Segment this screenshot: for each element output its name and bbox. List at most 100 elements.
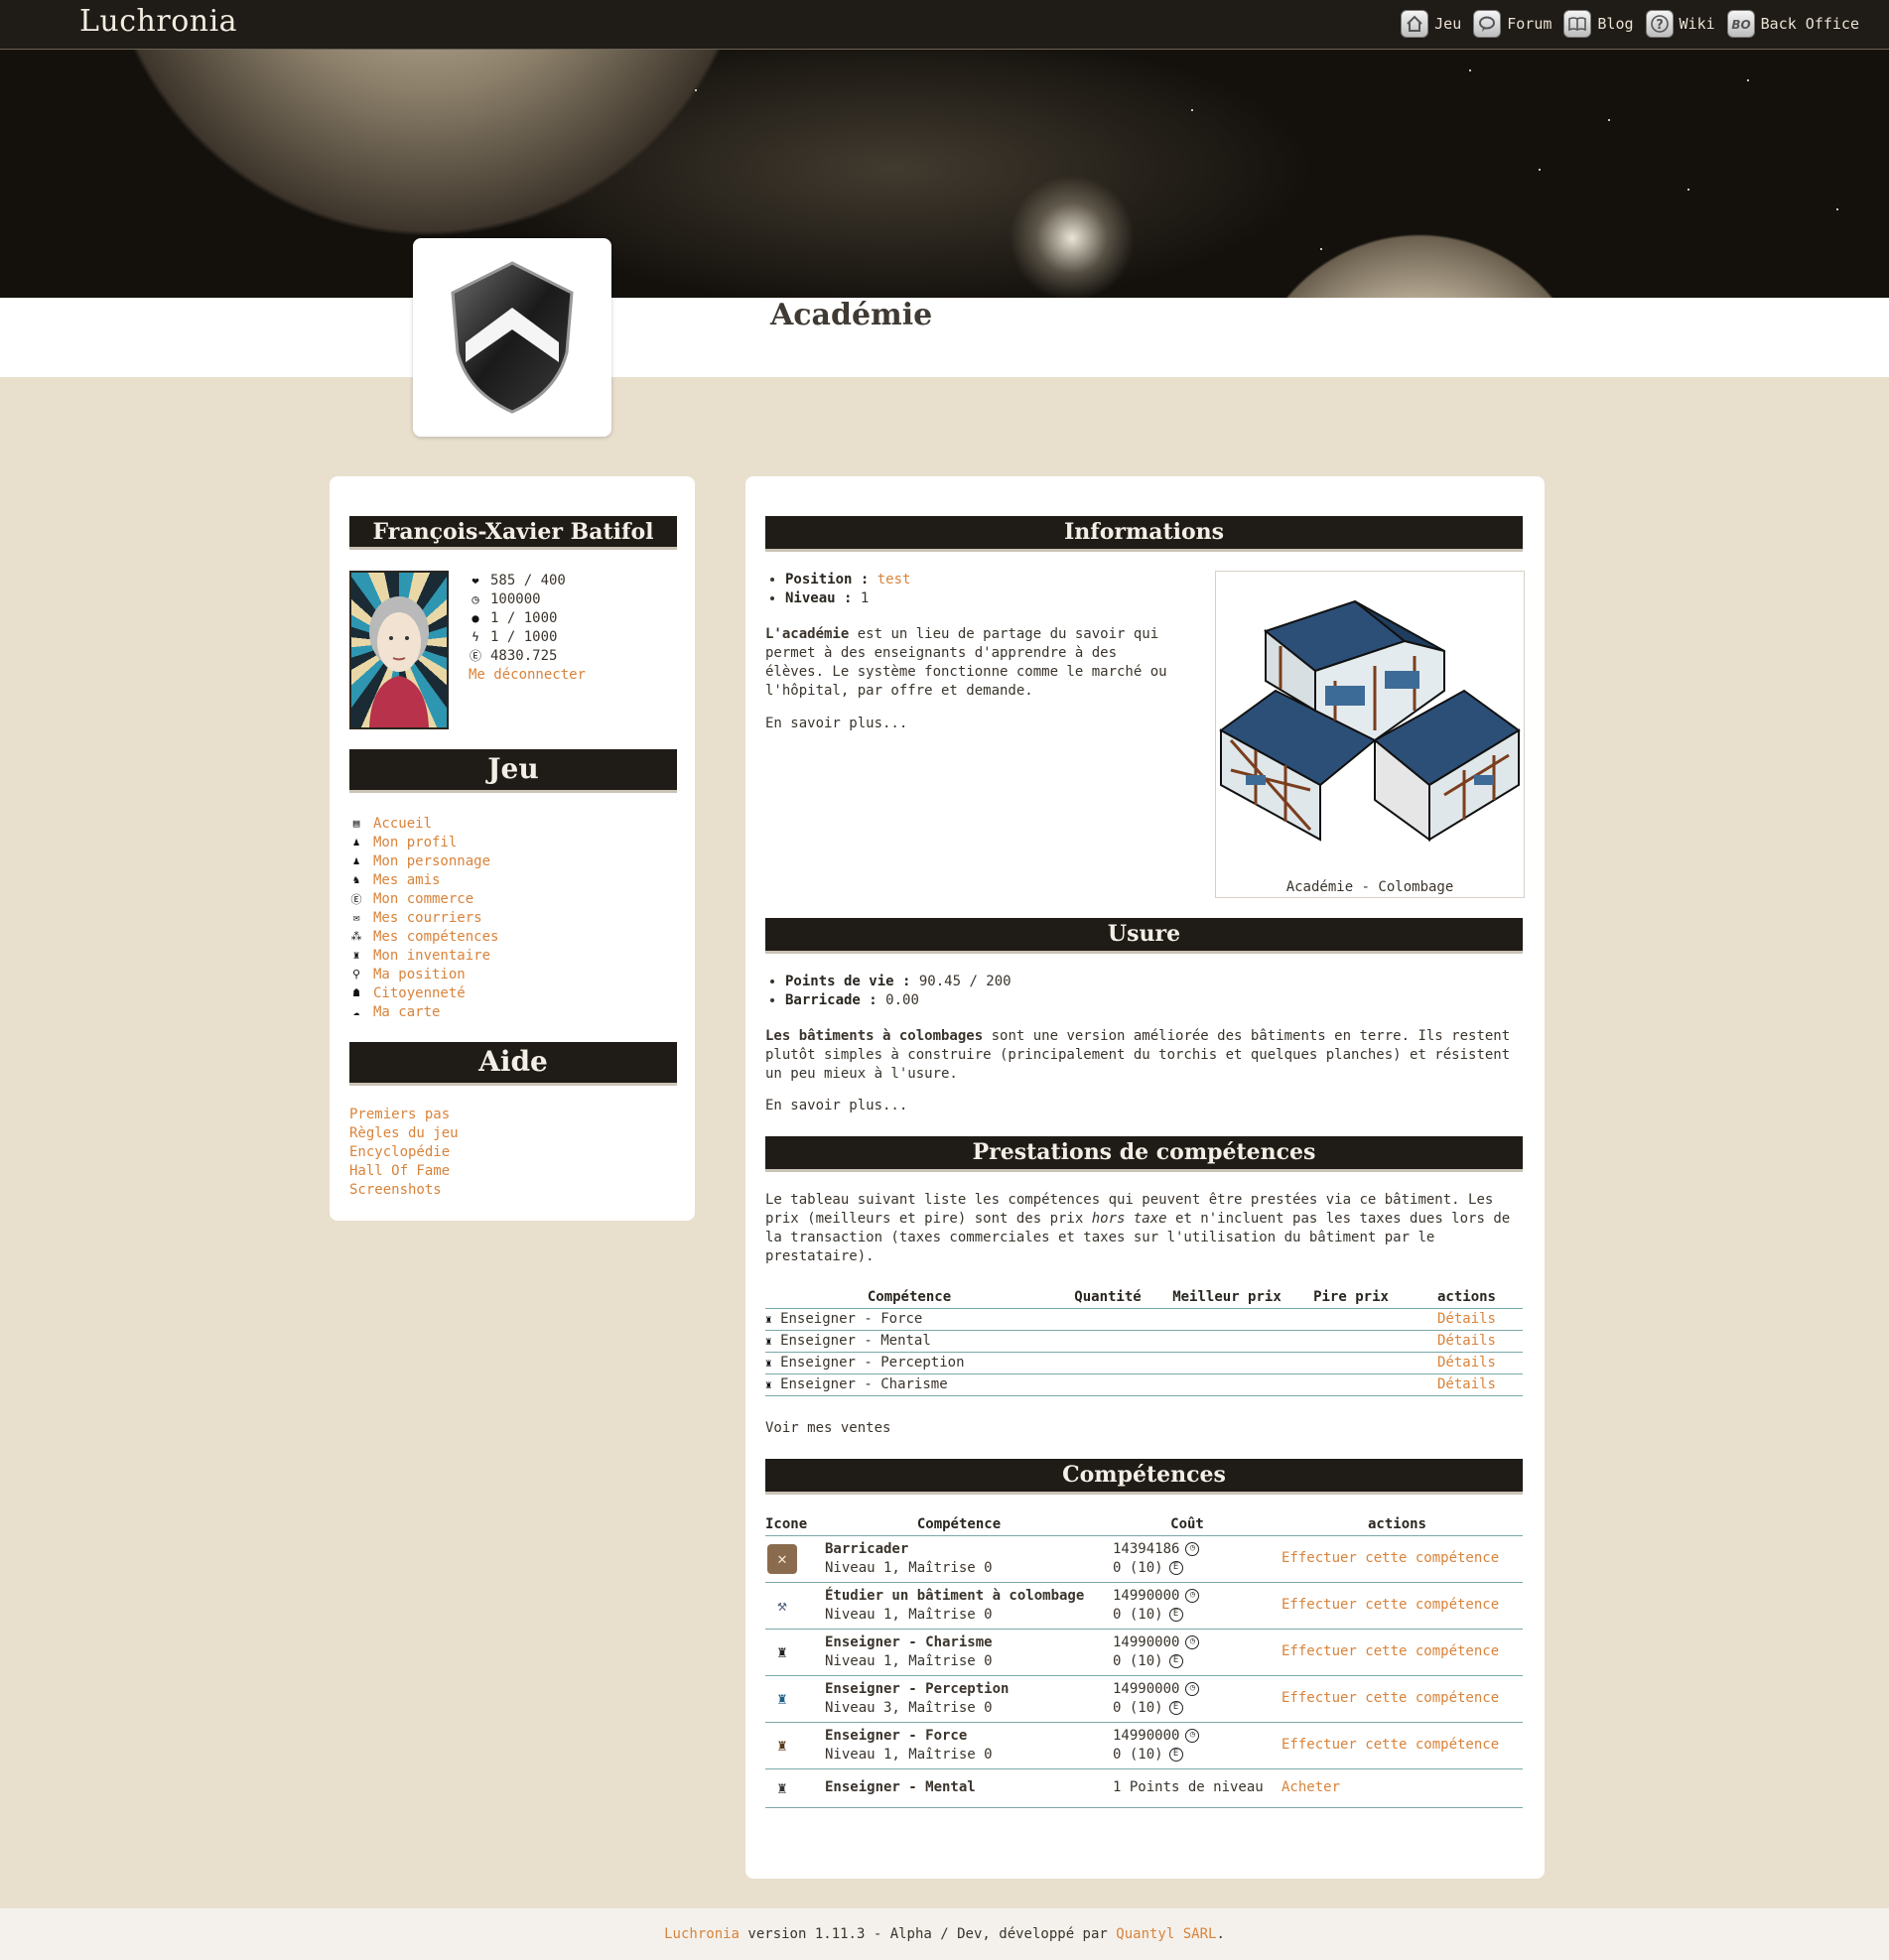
person-icon: ♟ — [352, 854, 360, 867]
col-quantite: Quantité — [1053, 1286, 1162, 1309]
menu-item-mon-inventaire[interactable]: ♜ Mon inventaire — [349, 946, 498, 965]
bag-icon: ♜ — [352, 949, 360, 962]
informations-heading: Informations — [765, 516, 1523, 552]
nav-label: Back Office — [1760, 15, 1859, 33]
currency-icon: Ⓔ — [469, 649, 481, 663]
stat-time: ◷ 100000 — [469, 589, 586, 608]
menu-item-mon-commerce[interactable]: Ⓔ Mon commerce — [349, 889, 498, 908]
main-panel: Informations Position : test Niveau : 1 … — [745, 476, 1545, 1879]
help-item-encyclopedie[interactable]: Encyclopédie — [349, 1144, 459, 1163]
menu-item-ma-position[interactable]: ⚲ Ma position — [349, 965, 498, 983]
logout-link[interactable]: Me déconnecter — [469, 665, 586, 684]
table-row: ♜ Enseigner - Charisme Niveau 1, Maîtrise… — [765, 1629, 1523, 1676]
buy-skill-link[interactable]: Acheter — [1282, 1779, 1340, 1795]
prestations-description: Le tableau suivant liste les compétences… — [765, 1192, 1511, 1264]
menu-item-citoyennete[interactable]: ☗ Citoyenneté — [349, 983, 498, 1002]
nav-blog[interactable]: Blog — [1563, 10, 1634, 38]
teach-perception-icon: ♜ — [777, 1689, 787, 1708]
col-actions: actions — [1411, 1286, 1523, 1309]
menu-item-accueil[interactable]: ▤ Accueil — [349, 814, 498, 833]
svg-text:BO: BO — [1731, 18, 1750, 32]
perform-skill-link[interactable]: Effectuer cette compétence — [1282, 1550, 1499, 1566]
prestations-heading: Prestations de compétences — [765, 1136, 1523, 1172]
friends-icon: ♞ — [352, 873, 360, 886]
table-row: ♜ Enseigner - Mental Détails — [765, 1330, 1523, 1353]
teach-icon: ♜ — [765, 1313, 772, 1326]
nav-jeu[interactable]: Jeu — [1401, 10, 1461, 38]
menu-item-mes-courriers[interactable]: ✉ Mes courriers — [349, 908, 498, 927]
position-link[interactable]: test — [877, 572, 911, 588]
site-logo[interactable]: Luchronia — [79, 4, 237, 39]
character-name: François-Xavier Batifol — [349, 516, 677, 550]
details-link[interactable]: Détails — [1437, 1311, 1496, 1327]
table-row: ⚒ Étudier un bâtiment à colombage Niveau … — [765, 1582, 1523, 1630]
help-item-hall-of-fame[interactable]: Hall Of Fame — [349, 1163, 459, 1182]
table-row: ♜ Enseigner - Force Niveau 1, Maîtrise 0 … — [765, 1722, 1523, 1769]
teach-icon: ♜ — [765, 1335, 772, 1348]
drop-icon: ● — [472, 610, 479, 625]
footer-brand-link[interactable]: Luchronia — [664, 1926, 740, 1942]
col-cout: Coût — [1103, 1513, 1272, 1536]
competences-table: Icone Compétence Coût actions ✕ Barricad… — [765, 1513, 1523, 1808]
perform-skill-link[interactable]: Effectuer cette compétence — [1282, 1690, 1499, 1706]
nav-label: Forum — [1507, 15, 1552, 33]
info-description: L'académie est un lieu de partage du sav… — [765, 626, 1167, 699]
table-row: ♜ Enseigner - Perception Détails — [765, 1352, 1523, 1374]
footer-company-link[interactable]: Quantyl SARL — [1116, 1926, 1216, 1942]
info-more-link[interactable]: En savoir plus... — [765, 715, 907, 733]
nav-forum[interactable]: Forum — [1473, 10, 1552, 38]
table-row: ✕ Barricader Niveau 1, Maîtrise 0 1439418… — [765, 1535, 1523, 1583]
skills-icon: ⁂ — [350, 930, 362, 943]
menu-item-mon-personnage[interactable]: ♟ Mon personnage — [349, 851, 498, 870]
study-building-icon: ⚒ — [777, 1596, 787, 1615]
clock-icon: ◷ — [472, 591, 479, 606]
svg-text:?: ? — [1656, 18, 1664, 33]
help-item-regles[interactable]: Règles du jeu — [349, 1125, 459, 1144]
lightning-icon: ϟ — [472, 629, 479, 644]
col-competence: Compétence — [815, 1513, 1103, 1536]
menu-item-mon-profil[interactable]: ♟ Mon profil — [349, 833, 498, 851]
question-icon: ? — [1645, 10, 1674, 38]
map-icon: ☁ — [352, 1005, 360, 1018]
nav-back-office[interactable]: BO Back Office — [1726, 10, 1859, 38]
usure-more-link[interactable]: En savoir plus... — [765, 1097, 907, 1115]
clock-icon: ◷ — [1185, 1588, 1200, 1603]
currency-icon: E — [1168, 1560, 1183, 1575]
nav-label: Blog — [1597, 15, 1634, 33]
teach-mental-icon: ♜ — [777, 1778, 787, 1797]
menu-item-ma-carte[interactable]: ☁ Ma carte — [349, 1002, 498, 1021]
clock-icon: ◷ — [1185, 1634, 1200, 1649]
book-icon — [1563, 10, 1592, 38]
top-bar: Luchronia Jeu Forum Blog ? Wiki BO Back … — [0, 0, 1889, 50]
teach-icon: ♜ — [765, 1378, 772, 1391]
details-link[interactable]: Détails — [1437, 1333, 1496, 1349]
table-row: ♜ Enseigner - Force Détails — [765, 1308, 1523, 1331]
sidebar-panel: François-Xavier Batifol ❤ 585 / 400 ◷ 10… — [330, 476, 695, 1221]
usure-hp: Points de vie : 90.45 / 200 — [785, 973, 1012, 991]
nav-wiki[interactable]: ? Wiki — [1645, 10, 1715, 38]
currency-icon: E — [1168, 1700, 1183, 1715]
help-item-premiers-pas[interactable]: Premiers pas — [349, 1107, 459, 1125]
menu-item-mes-amis[interactable]: ♞ Mes amis — [349, 870, 498, 889]
stat-energy: ϟ 1 / 1000 — [469, 627, 586, 646]
perform-skill-link[interactable]: Effectuer cette compétence — [1282, 1737, 1499, 1753]
building-illustration — [1219, 599, 1521, 842]
menu-item-mes-competences[interactable]: ⁂ Mes compétences — [349, 927, 499, 946]
table-row: ♜ Enseigner - Mental 1 Points de niveau … — [765, 1768, 1523, 1808]
perform-skill-link[interactable]: Effectuer cette compétence — [1282, 1597, 1499, 1613]
details-link[interactable]: Détails — [1437, 1376, 1496, 1392]
usure-description: Les bâtiments à colombages sont une vers… — [765, 1028, 1511, 1082]
stat-health: ❤ 585 / 400 — [469, 571, 586, 589]
character-stats: ❤ 585 / 400 ◷ 100000 ● 1 / 1000 ϟ 1 / 10… — [469, 571, 586, 684]
teach-icon: ♜ — [765, 1357, 772, 1370]
heart-icon: ❤ — [472, 573, 479, 588]
sales-link[interactable]: Voir mes ventes — [765, 1419, 890, 1438]
table-header-row: Icone Compétence Coût actions — [765, 1513, 1523, 1536]
citizen-icon: ☗ — [352, 986, 360, 999]
help-item-screenshots[interactable]: Screenshots — [349, 1182, 459, 1201]
details-link[interactable]: Détails — [1437, 1355, 1496, 1371]
perform-skill-link[interactable]: Effectuer cette compétence — [1282, 1643, 1499, 1659]
building-emblem — [413, 238, 611, 437]
header-banner — [0, 50, 1889, 298]
envelope-icon: ✉ — [352, 911, 360, 924]
